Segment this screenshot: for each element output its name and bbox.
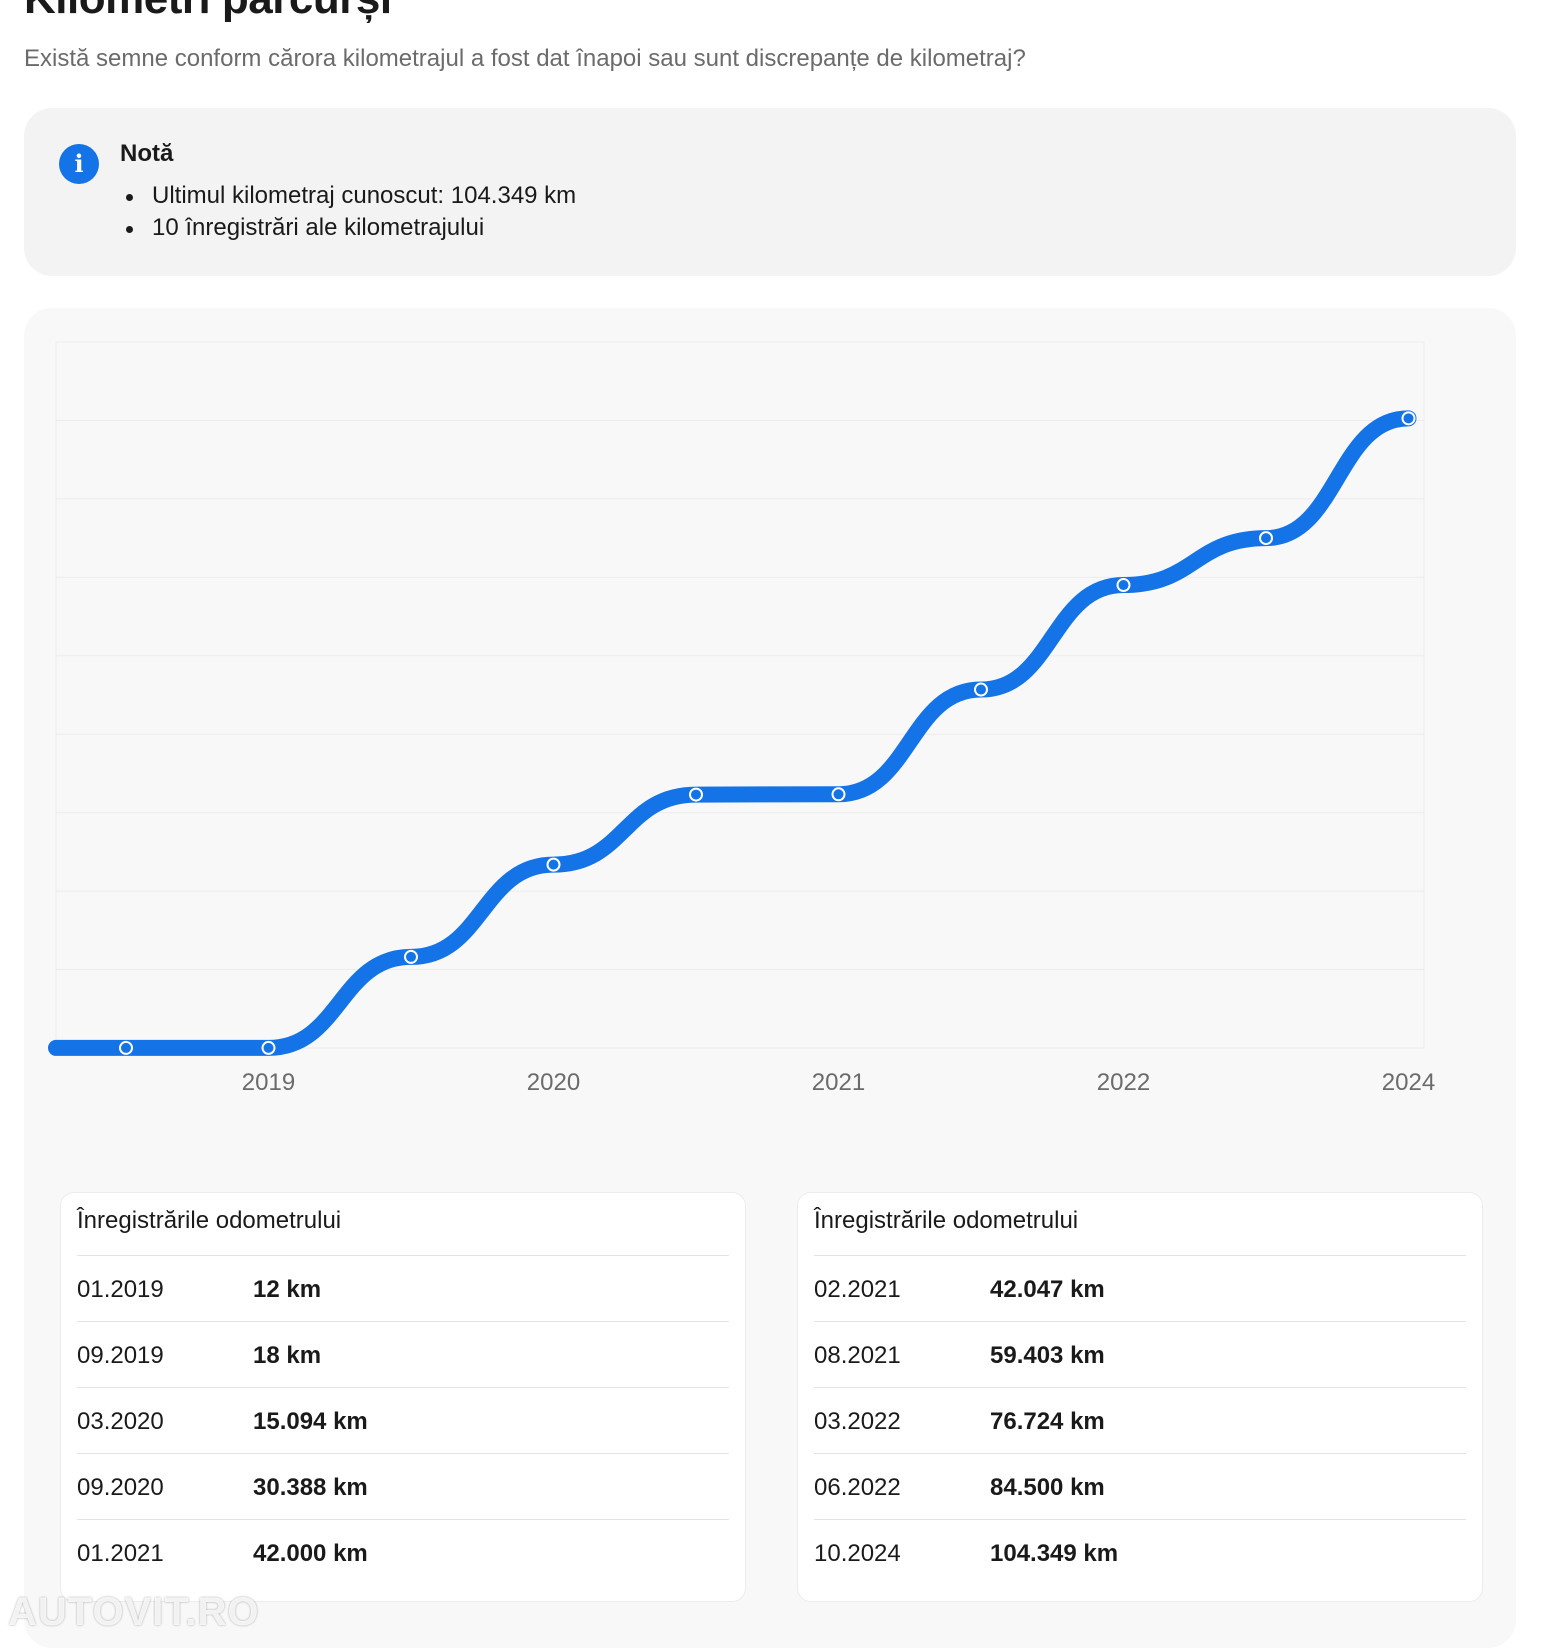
note-title: Notă — [120, 140, 174, 167]
table-title: Înregistrările odometrului — [814, 1207, 1079, 1234]
row-km: 76.724 km — [990, 1408, 1105, 1435]
row-date: 09.2019 — [77, 1342, 164, 1369]
table-row: 03.2022 76.724 km — [814, 1387, 1466, 1454]
note-item: Ultimul kilometraj cunoscut: 104.349 km — [120, 180, 576, 212]
data-point[interactable] — [404, 949, 418, 964]
note-list: Ultimul kilometraj cunoscut: 104.349 km … — [120, 180, 576, 244]
mileage-chart-card: 2019 2020 2021 2022 2024 Înregistrările odom… — [24, 308, 1516, 1648]
table-title: Înregistrările odometrului — [77, 1207, 342, 1234]
data-point[interactable] — [261, 1040, 276, 1055]
row-km: 12 km — [253, 1276, 322, 1303]
x-tick-label: 2019 — [242, 1069, 295, 1096]
row-km: 42.000 km — [253, 1540, 368, 1567]
row-km: 59.403 km — [990, 1342, 1105, 1369]
odometer-table: Înregistrările odometrului 01.2019 12 km… — [60, 1192, 746, 1602]
x-tick-label: 2020 — [527, 1069, 580, 1096]
mileage-chart: 2019 2020 2021 2022 2024 — [48, 341, 1435, 1096]
note-card: i Notă Ultimul kilometraj cunoscut: 104.… — [24, 108, 1516, 276]
row-date: 03.2020 — [77, 1408, 164, 1435]
row-km: 18 km — [253, 1342, 322, 1369]
row-date: 03.2022 — [814, 1408, 901, 1435]
row-km: 15.094 km — [253, 1408, 368, 1435]
row-km: 42.047 km — [990, 1276, 1105, 1303]
data-point[interactable] — [974, 682, 988, 697]
table-row: 09.2019 18 km — [77, 1321, 729, 1388]
page-title: Kilometri parcurși — [24, 0, 392, 24]
table-row: 01.2019 12 km — [77, 1255, 729, 1322]
data-point[interactable] — [1116, 578, 1131, 593]
row-km: 30.388 km — [253, 1474, 368, 1501]
series-line — [48, 410, 1417, 1056]
row-km: 104.349 km — [990, 1540, 1119, 1567]
info-icon: i — [59, 144, 99, 184]
row-km: 84.500 km — [990, 1474, 1105, 1501]
row-date: 09.2020 — [77, 1474, 164, 1501]
note-item: 10 înregistrări ale kilometrajului — [120, 212, 576, 244]
table-row: 09.2020 30.388 km — [77, 1453, 729, 1520]
x-tick-label: 2024 — [1382, 1069, 1435, 1096]
row-date: 08.2021 — [814, 1342, 901, 1369]
data-point[interactable] — [1401, 411, 1416, 426]
page-subtitle: Există semne conform cărora kilometrajul… — [24, 45, 1026, 72]
row-date: 01.2021 — [77, 1540, 164, 1567]
data-point[interactable] — [546, 857, 561, 872]
x-tick-label: 2022 — [1097, 1069, 1150, 1096]
table-row: 10.2024 104.349 km — [814, 1519, 1466, 1586]
table-row: 03.2020 15.094 km — [77, 1387, 729, 1454]
table-row: 06.2022 84.500 km — [814, 1453, 1466, 1520]
watermark-logo: AUTOVIT.RO — [8, 1590, 260, 1634]
x-tick-label: 2021 — [812, 1069, 865, 1096]
row-date: 10.2024 — [814, 1540, 901, 1567]
table-row: 01.2021 42.000 km — [77, 1519, 729, 1586]
row-date: 06.2022 — [814, 1474, 901, 1501]
data-point[interactable] — [1259, 531, 1273, 546]
data-point[interactable] — [119, 1040, 133, 1055]
data-point[interactable] — [689, 787, 703, 802]
row-date: 01.2019 — [77, 1276, 164, 1303]
odometer-table: Înregistrările odometrului 02.2021 42.04… — [797, 1192, 1483, 1602]
table-row: 02.2021 42.047 km — [814, 1255, 1466, 1322]
row-date: 02.2021 — [814, 1276, 901, 1303]
data-point[interactable] — [831, 787, 846, 802]
table-row: 08.2021 59.403 km — [814, 1321, 1466, 1388]
